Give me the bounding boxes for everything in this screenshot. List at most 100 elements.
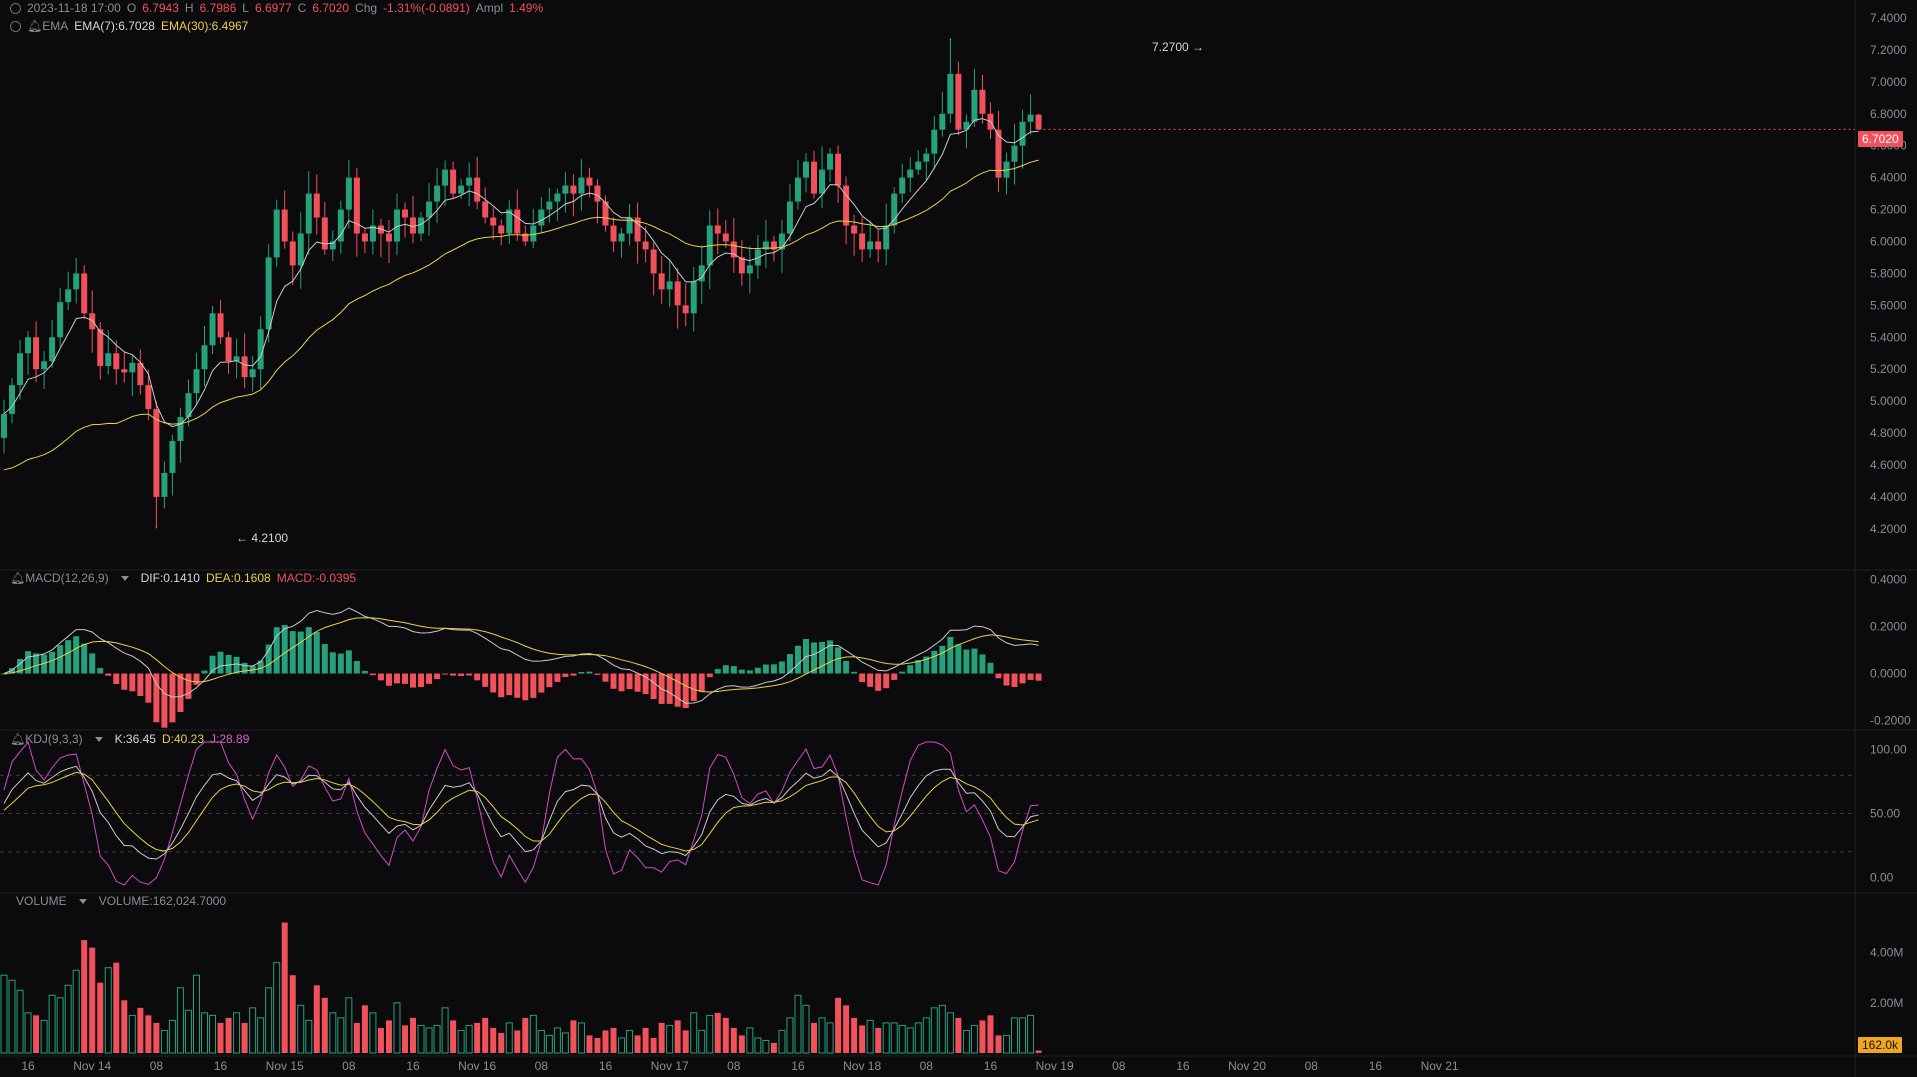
- candle-body: [289, 241, 296, 266]
- legend-close-label: C: [297, 1, 307, 15]
- eye-icon[interactable]: [10, 2, 21, 14]
- volume-bar: [577, 1022, 585, 1054]
- last-volume-tag: 162.0k: [1858, 1037, 1903, 1053]
- macd-histogram-bar: [522, 673, 529, 701]
- volume-bar: [137, 1007, 144, 1053]
- macd-histogram-bar: [241, 662, 248, 674]
- candle-body: [1027, 114, 1034, 122]
- volume-bar: [385, 1020, 392, 1053]
- time-axis-label: 16: [1369, 1059, 1383, 1073]
- bell-icon[interactable]: 🔔︎: [27, 19, 42, 33]
- candle-body: [482, 201, 489, 218]
- macd-histogram-bar: [185, 673, 192, 699]
- candle-body: [530, 225, 537, 242]
- macd-histogram-bar: [618, 673, 625, 692]
- macd-axis-tick: -0.2000: [1870, 714, 1911, 728]
- price-axis-tick: 6.2000: [1870, 203, 1907, 217]
- macd-histogram-bar: [442, 673, 449, 675]
- legend-chg: -1.31%(-0.0891): [383, 1, 470, 15]
- macd-axis-tick: 0.2000: [1870, 619, 1907, 633]
- eye-icon[interactable]: [10, 20, 21, 32]
- chevron-down-icon[interactable]: [94, 736, 103, 742]
- volume-bar: [570, 1020, 577, 1053]
- candle-body: [33, 337, 40, 370]
- candle-body: [9, 385, 16, 414]
- legend-close: 6.7020: [312, 1, 350, 15]
- macd-histogram-bar: [995, 673, 1002, 679]
- candle-body: [41, 361, 48, 370]
- candle-body: [594, 185, 601, 202]
- candle-body: [490, 217, 497, 226]
- macd-histogram-bar: [217, 651, 224, 674]
- volume-bar: [882, 1022, 890, 1054]
- volume-bar: [690, 1012, 698, 1054]
- bell-icon[interactable]: 🔔︎: [10, 571, 25, 585]
- volume-bar: [826, 1022, 834, 1054]
- macd-histogram-bar: [1019, 673, 1026, 684]
- volume-bar: [938, 1004, 946, 1054]
- volume-bar: [674, 1020, 681, 1053]
- volume-bar: [297, 1004, 305, 1054]
- time-axis-label: 16: [984, 1059, 998, 1073]
- candle-body: [562, 185, 569, 194]
- volume-bar: [72, 969, 80, 1054]
- chevron-down-icon[interactable]: [120, 575, 129, 581]
- macd-histogram-bar: [361, 670, 368, 674]
- volume-bar: [1027, 1014, 1035, 1054]
- volume-bar: [802, 1004, 810, 1054]
- candle-body: [241, 356, 248, 378]
- volume-bar: [970, 1024, 978, 1054]
- macd-histogram-bar: [137, 673, 144, 696]
- candle-body: [786, 201, 793, 234]
- ohlc-legend: 2023-11-18 17:00 O 6.7943 H 6.7986 L 6.6977…: [10, 1, 543, 15]
- bell-icon[interactable]: 🔔︎: [10, 732, 25, 746]
- macd-histogram-bar: [690, 673, 697, 701]
- candle-body: [129, 362, 136, 373]
- ema-legend: 🔔︎ EMA EMA(7):6.7028 EMA(30):6.4967: [10, 19, 248, 33]
- volume-bar: [24, 1012, 32, 1054]
- chevron-down-icon[interactable]: [78, 898, 87, 904]
- candle-body: [618, 233, 625, 242]
- macd-histogram-bar: [129, 673, 136, 692]
- volume-bar: [192, 974, 200, 1054]
- time-axis-label: 08: [342, 1059, 356, 1073]
- volume-bar: [128, 1014, 136, 1054]
- legend-open: 6.7943: [142, 1, 179, 15]
- candle-body: [305, 193, 312, 234]
- time-axis-label: Nov 21: [1421, 1059, 1459, 1073]
- volume-legend-name: VOLUME: [16, 894, 67, 908]
- macd-histogram-bar: [105, 673, 112, 676]
- candle-body: [674, 281, 681, 306]
- candle-body: [811, 161, 818, 194]
- ema7-line: [3, 118, 1039, 428]
- legend-ampl-label: Ampl: [475, 1, 504, 15]
- volume-bar: [81, 940, 88, 1053]
- macd-histogram-bar: [57, 645, 64, 674]
- candle-body: [249, 369, 256, 378]
- candle-body: [658, 273, 665, 290]
- macd-histogram-bar: [554, 673, 561, 682]
- candle-body: [514, 209, 521, 234]
- candle-body: [57, 302, 64, 338]
- volume-bar: [955, 1017, 962, 1053]
- candle-body: [201, 345, 208, 370]
- time-axis-label: 16: [214, 1059, 228, 1073]
- volume-bar: [930, 1007, 938, 1054]
- volume-bar: [666, 1024, 674, 1054]
- macd-histogram-bar: [289, 631, 296, 674]
- volume-bar: [754, 1037, 762, 1054]
- kdj-axis-tick: 100.00: [1870, 743, 1907, 757]
- macd-histogram-bar: [305, 627, 312, 674]
- price-axis-tick: 6.0000: [1870, 234, 1907, 248]
- volume-bar: [305, 1019, 313, 1054]
- time-axis-label: Nov 17: [651, 1059, 689, 1073]
- candle-body: [915, 161, 922, 170]
- candle-body: [971, 89, 978, 122]
- time-axis-label: 16: [21, 1059, 35, 1073]
- candle-body: [690, 281, 697, 314]
- macd-histogram-bar: [369, 673, 376, 676]
- time-axis-label: 08: [150, 1059, 164, 1073]
- candle-body: [17, 353, 24, 386]
- macd-histogram-bar: [113, 673, 120, 684]
- macd-histogram-bar: [754, 667, 761, 674]
